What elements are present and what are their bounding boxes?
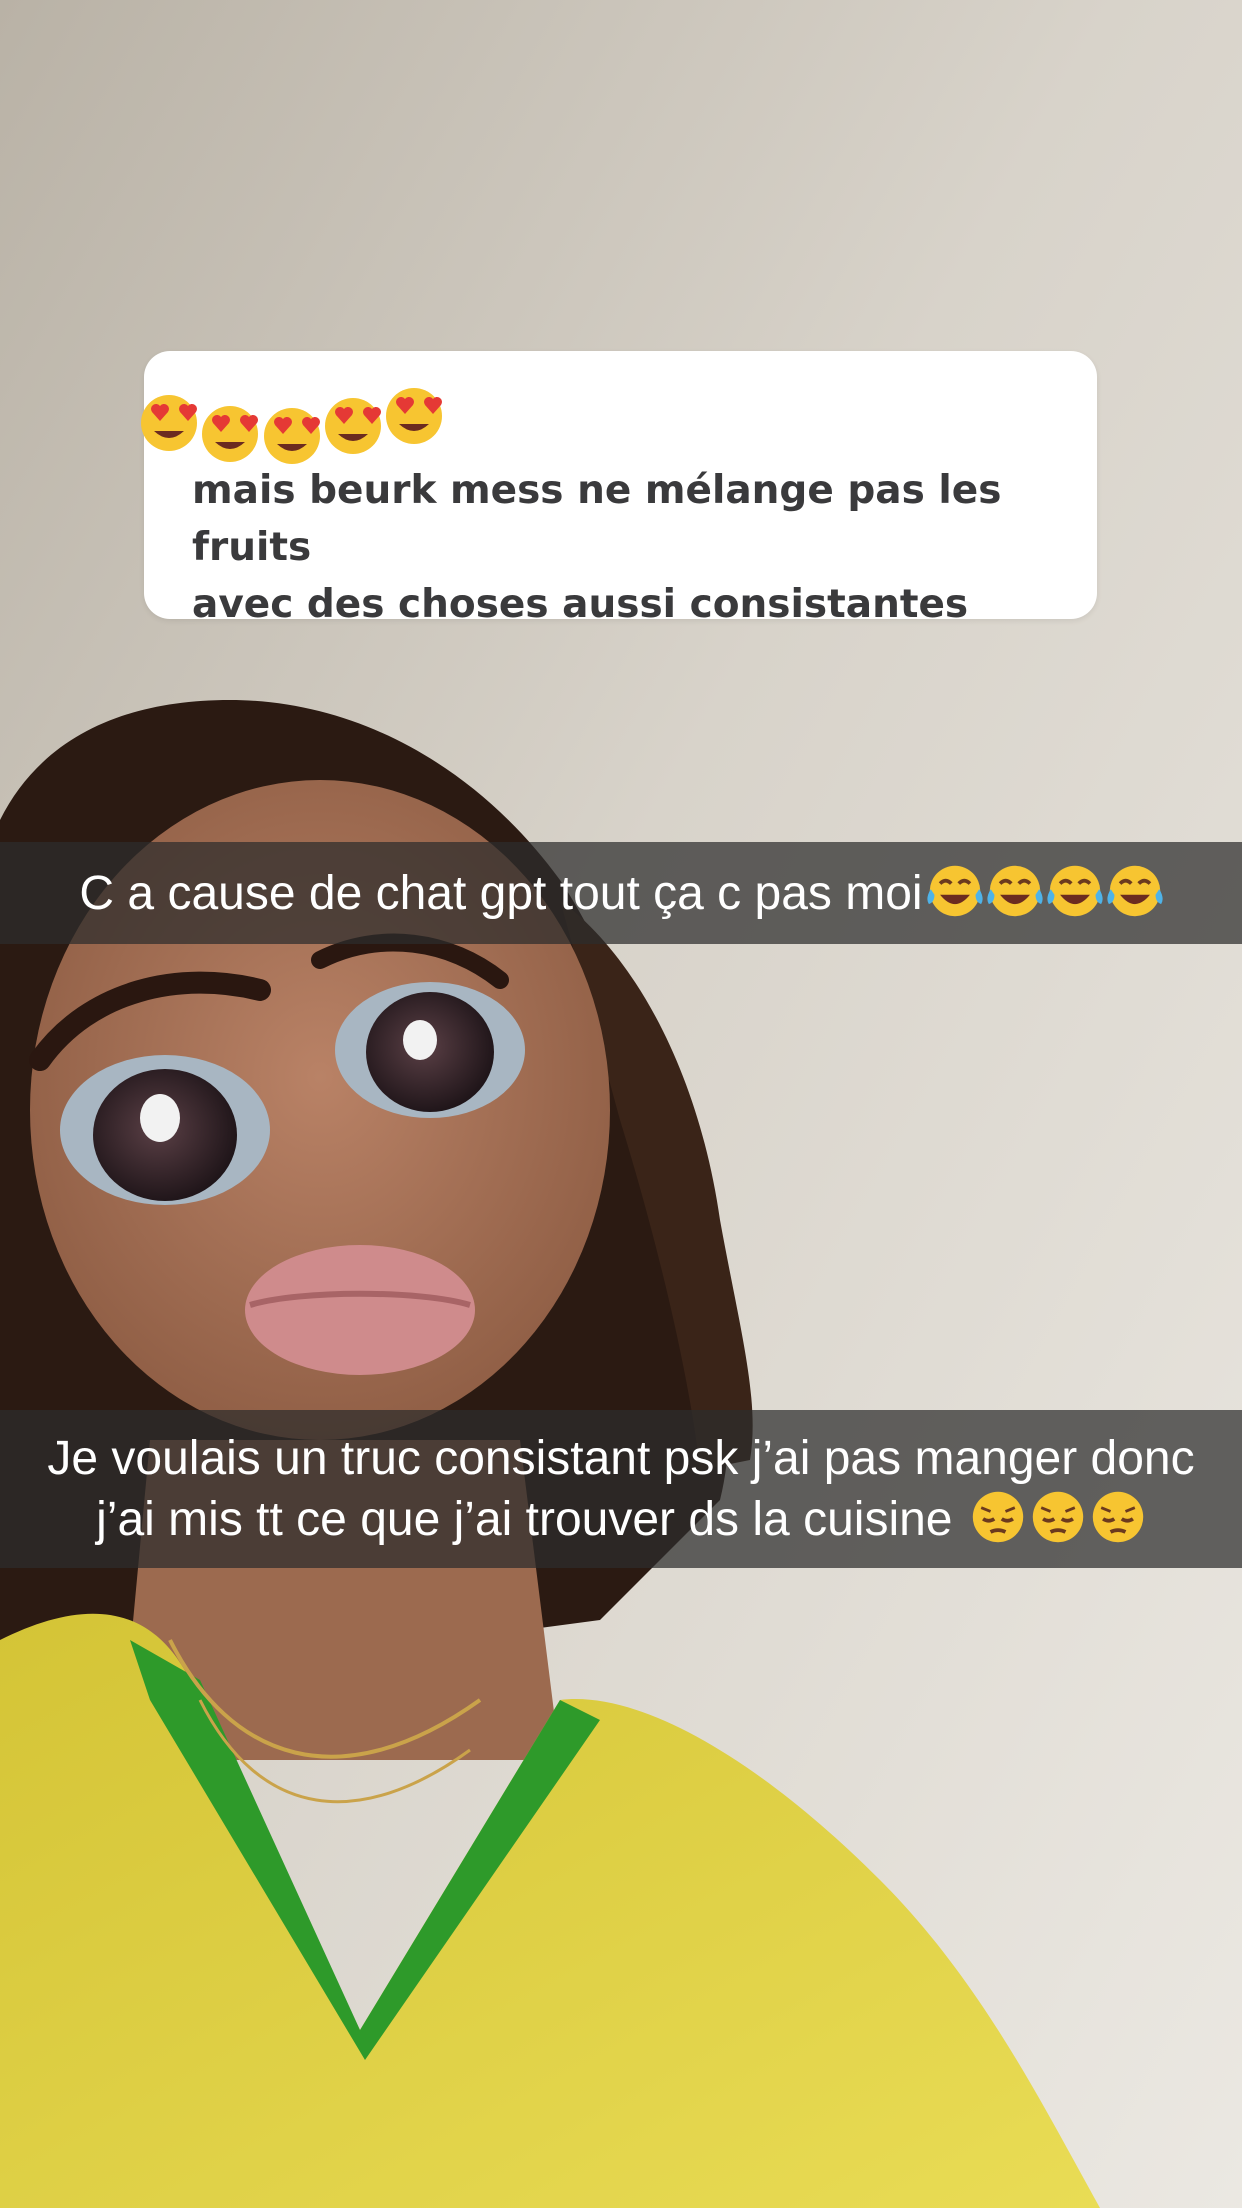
heart-eyes-emoji-row (141, 388, 442, 464)
heart-eyes-emoji (141, 395, 197, 451)
heart-eyes-emoji (325, 398, 381, 454)
tears-of-joy-emoji (986, 865, 1043, 917)
caption-2-line-2-row: j’ai mis tt ce que j’ai trouver ds la cu… (0, 1489, 1242, 1550)
heart-eyes-emoji (264, 408, 320, 464)
heart-eyes-emoji (386, 388, 442, 444)
heart-eyes-emoji (202, 406, 258, 462)
tears-of-joy-emoji (926, 865, 983, 917)
tears-of-joy-emoji (1106, 865, 1163, 917)
selfie-photo (0, 0, 1242, 2208)
caption-2-line-2: j’ai mis tt ce que j’ai trouver ds la cu… (96, 1493, 953, 1546)
caption-2-line-1: Je voulais un truc consistant psk j’ai p… (47, 1432, 1195, 1485)
pensive-emoji (1092, 1491, 1144, 1543)
caption-bar-1[interactable]: C a cause de chat gpt tout ça c pas moi (0, 842, 1242, 944)
caption-bar-2[interactable]: Je voulais un truc consistant psk j’ai p… (0, 1410, 1242, 1568)
pensive-emoji (972, 1491, 1024, 1543)
pensive-emoji (1032, 1491, 1084, 1543)
caption-1-line: C a cause de chat gpt tout ça c pas moi (0, 842, 1242, 924)
question-sticker-text: mais beurk mess ne mélange pas les fruit… (192, 468, 1002, 627)
caption-1-text: C a cause de chat gpt tout ça c pas moi (79, 867, 923, 920)
tears-of-joy-emoji (1046, 865, 1103, 917)
